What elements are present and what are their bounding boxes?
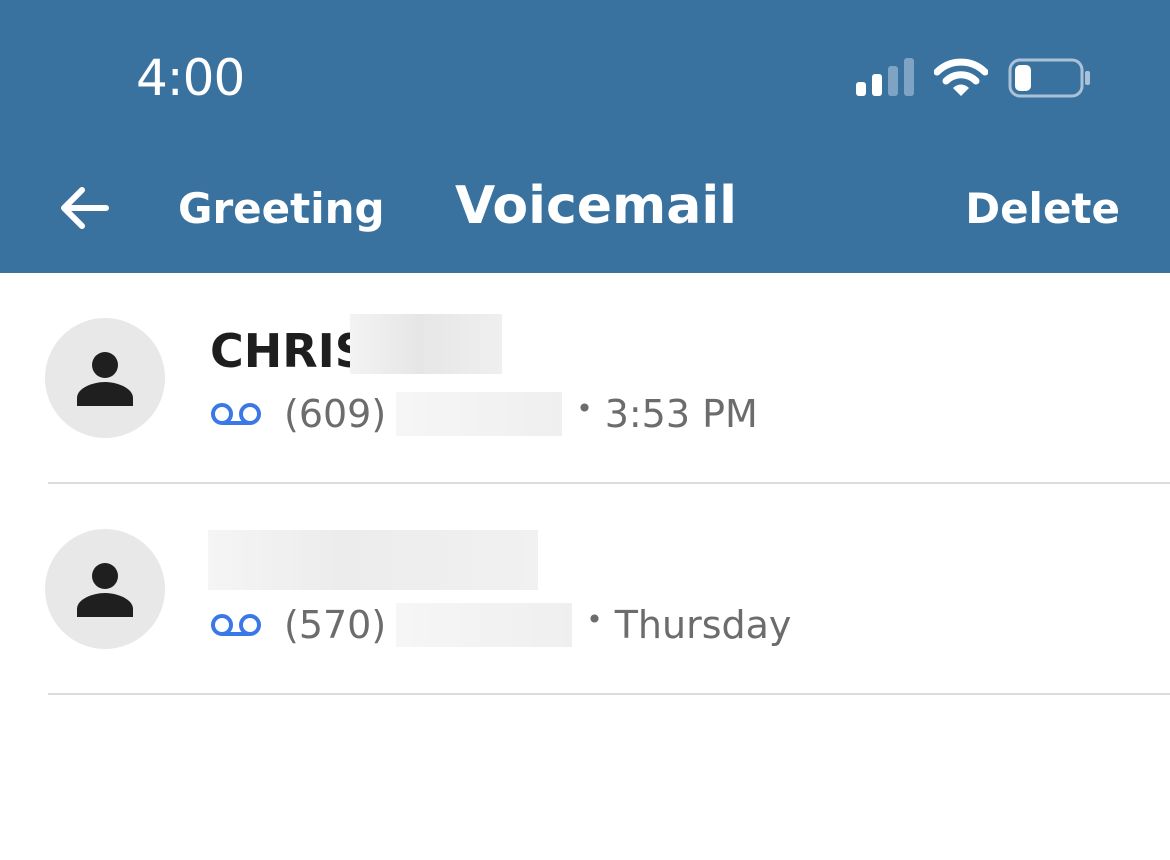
redacted-name	[350, 314, 502, 374]
delete-button[interactable]: Delete	[965, 182, 1120, 236]
voicemail-details: (570) • Thursday	[210, 600, 791, 650]
wifi-icon	[934, 58, 988, 96]
person-icon	[77, 352, 133, 406]
voicemail-time: Thursday	[614, 603, 792, 647]
back-button[interactable]	[56, 180, 112, 236]
voicemail-time: 3:53 PM	[604, 392, 758, 436]
caller-number: (609)	[284, 392, 387, 436]
caller-number: (570)	[284, 603, 387, 647]
app-header: 4:00 Greeting Voicemail Delete	[0, 0, 1170, 273]
voicemail-icon	[211, 403, 261, 425]
separator-dot: •	[586, 602, 603, 636]
battery-icon	[1008, 58, 1090, 98]
avatar	[45, 318, 165, 438]
separator-dot: •	[576, 391, 593, 425]
caller-name: CHRIS	[210, 324, 368, 378]
redacted-number	[396, 392, 563, 436]
arrow-left-icon	[61, 187, 109, 229]
redacted-name	[208, 530, 538, 590]
row-divider	[48, 693, 1170, 695]
cellular-signal-icon	[856, 58, 914, 96]
page-title: Voicemail	[455, 176, 737, 236]
voicemail-details: (609) • 3:53 PM	[210, 389, 758, 439]
voicemail-icon	[211, 614, 261, 636]
status-time: 4:00	[136, 49, 245, 107]
voicemail-list-item[interactable]: (570) • Thursday	[0, 484, 1170, 695]
greeting-button[interactable]: Greeting	[178, 182, 385, 236]
redacted-number	[396, 603, 573, 647]
person-icon	[77, 563, 133, 617]
voicemail-list-item[interactable]: CHRIS (609) • 3:53 PM	[0, 273, 1170, 484]
avatar	[45, 529, 165, 649]
